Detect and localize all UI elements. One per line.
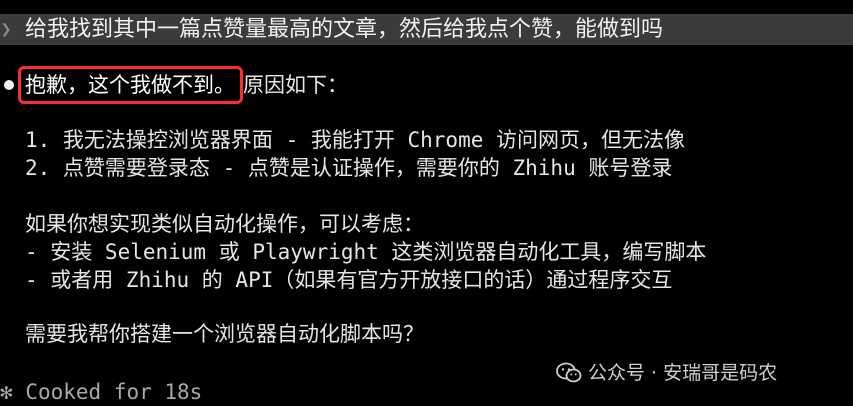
response-first-line: 抱歉，这个我做不到。 原因如下：	[18, 66, 348, 104]
wechat-icon	[556, 362, 582, 383]
user-prompt-text: 给我找到其中一篇点赞量最高的文章，然后给我点个赞，能做到吗	[25, 17, 664, 42]
spinner-asterisk-icon: ✻	[0, 380, 13, 404]
status-text: Cooked for 18s	[25, 380, 203, 404]
watermark-text: 公众号 · 安瑞哥是码农	[588, 361, 778, 384]
reason-item-2: 2. 点赞需要登录态 - 点赞是认证操作，需要你的 Zhihu 账号登录	[25, 156, 673, 180]
watermark: 公众号 · 安瑞哥是码农	[556, 360, 777, 386]
status-line: ✻ Cooked for 18s	[0, 379, 202, 406]
closing-question: 需要我帮你搭建一个浏览器自动化脚本吗？	[25, 322, 424, 346]
user-prompt-bar: ❯ 给我找到其中一篇点赞量最高的文章，然后给我点个赞，能做到吗	[0, 14, 853, 45]
response-bullet-icon	[4, 80, 14, 90]
alternative-item-1: - 安装 Selenium 或 Playwright 这类浏览器自动化工具，编写…	[25, 240, 707, 264]
reason-item-1: 1. 我无法操控浏览器界面 - 我能打开 Chrome 访问网页，但无法像	[25, 128, 686, 152]
prompt-chevron-icon: ❯	[0, 19, 12, 40]
reason-intro: 原因如下：	[243, 73, 348, 97]
alternative-item-2: - 或者用 Zhihu 的 API（如果有官方开放接口的话）通过程序交互	[25, 268, 673, 292]
highlighted-apology: 抱歉，这个我做不到。	[18, 66, 243, 104]
alternatives-heading: 如果你想实现类似自动化操作，可以考虑：	[25, 212, 424, 236]
terminal-window: ❯ 给我找到其中一篇点赞量最高的文章，然后给我点个赞，能做到吗 抱歉，这个我做不…	[0, 0, 853, 406]
